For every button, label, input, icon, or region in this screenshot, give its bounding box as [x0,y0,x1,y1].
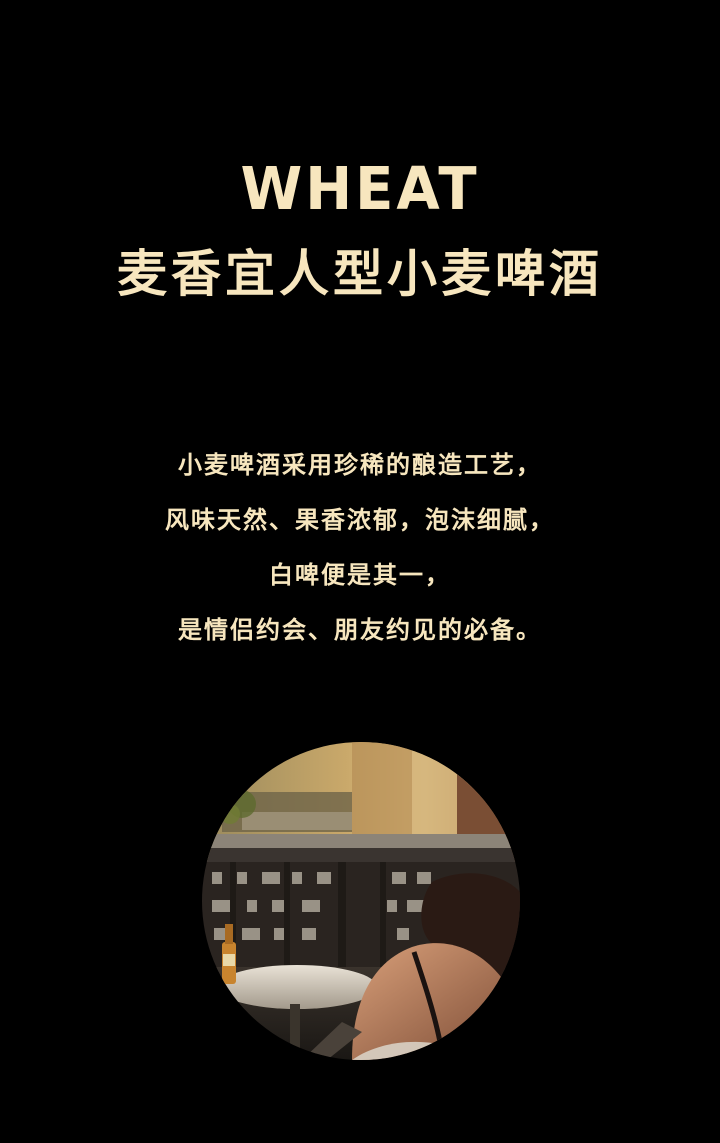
description-line-3: 白啤便是其一， [269,561,451,589]
page: WHEAT 麦香宜人型小麦啤酒 小麦啤酒采用珍稀的酿造工艺， 风味天然、果香浓郁… [0,0,720,1143]
balcony-photo-illustration [202,742,520,1060]
description-block: 小麦啤酒采用珍稀的酿造工艺， 风味天然、果香浓郁，泡沫细腻， 白啤便是其一， 是… [0,438,720,658]
description-line-1: 小麦啤酒采用珍稀的酿造工艺， [178,451,542,479]
description-line-4: 是情侣约会、朋友约见的必备。 [178,616,542,644]
circular-photo-balcony-woman [202,742,520,1060]
description-line-2: 风味天然、果香浓郁，泡沫细腻， [165,506,555,534]
title-chinese: 麦香宜人型小麦啤酒 [117,245,603,303]
title-english: WHEAT [240,155,480,224]
